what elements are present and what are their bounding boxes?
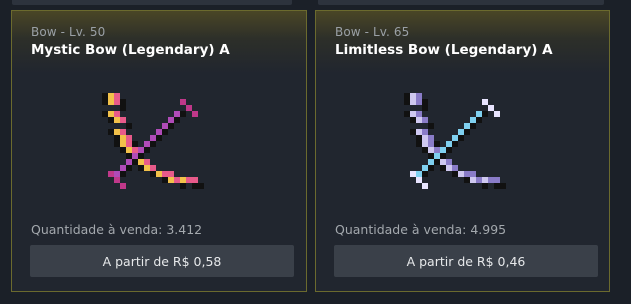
tab-edge-right [318, 0, 604, 5]
item-category: Bow - Lv. 50 [31, 25, 106, 39]
buy-button[interactable]: A partir de R$ 0,46 [334, 245, 598, 277]
quantity-for-sale: Quantidade à venda: 3.412 [31, 222, 203, 237]
item-name[interactable]: Limitless Bow (Legendary) A [335, 42, 553, 58]
mystic-bow-icon[interactable] [96, 87, 222, 213]
buy-button[interactable]: A partir de R$ 0,58 [30, 245, 294, 277]
tab-edge-left [12, 0, 292, 5]
quantity-for-sale: Quantidade à venda: 4.995 [335, 222, 507, 237]
item-category: Bow - Lv. 65 [335, 25, 410, 39]
item-name[interactable]: Mystic Bow (Legendary) A [31, 42, 230, 58]
listing-card[interactable]: Bow - Lv. 50 Mystic Bow (Legendary) A Qu… [11, 10, 307, 292]
top-strip [0, 0, 631, 6]
limitless-bow-icon[interactable] [398, 87, 524, 213]
listing-card[interactable]: Bow - Lv. 65 Limitless Bow (Legendary) A… [315, 10, 610, 292]
